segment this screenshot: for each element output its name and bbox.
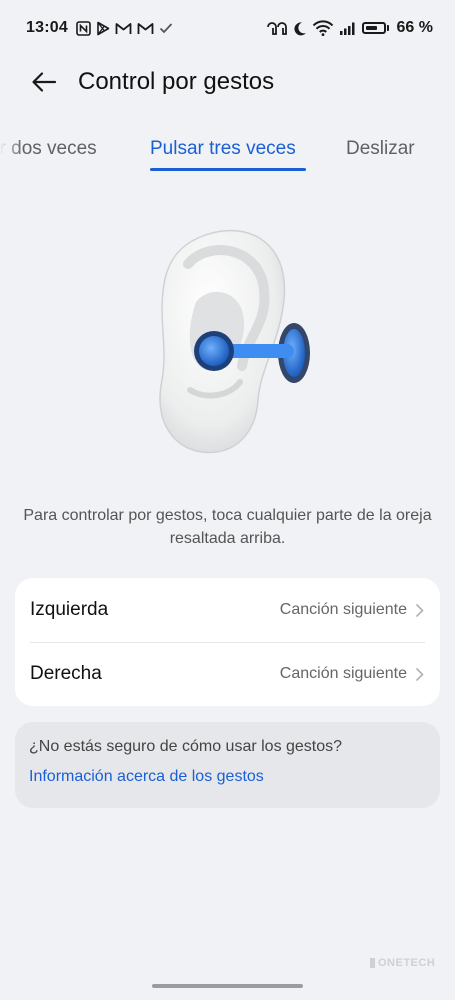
- earbuds-icon: [266, 20, 288, 36]
- right-earbud-label: Derecha: [30, 663, 102, 684]
- left-earbud-label: Izquierda: [30, 599, 109, 620]
- home-indicator[interactable]: [152, 984, 303, 988]
- gesture-info-link[interactable]: Información acerca de los gestos: [29, 768, 426, 786]
- signal-icon: [339, 21, 357, 35]
- page-title: Control por gestos: [78, 68, 275, 95]
- gesture-help-card: ¿No estás seguro de cómo usar los gestos…: [15, 722, 440, 808]
- gmail-icon: [115, 22, 132, 35]
- right-earbud-row[interactable]: Derecha Canción siguiente: [15, 642, 440, 706]
- moon-icon: [293, 21, 307, 36]
- gesture-tabs: Pulsar dos veces Pulsar tres veces Desli…: [0, 128, 455, 174]
- right-earbud-value: Canción siguiente: [279, 665, 407, 682]
- gmail-icon: [137, 22, 154, 35]
- battery-icon: [361, 22, 389, 34]
- play-store-icon: [96, 21, 110, 36]
- gesture-hint: Para controlar por gestos, toca cualquie…: [23, 507, 432, 547]
- tab-triple-tap[interactable]: Pulsar tres veces: [150, 138, 296, 160]
- ear-illustration[interactable]: [150, 220, 310, 460]
- tab-swipe[interactable]: Deslizar: [346, 138, 415, 160]
- watermark-text: ONETECH: [378, 957, 436, 969]
- left-earbud-row[interactable]: Izquierda Canción siguiente: [15, 578, 440, 642]
- chevron-right-icon: [415, 667, 424, 681]
- left-earbud-value: Canción siguiente: [279, 601, 407, 618]
- watermark-logo: ONETECH: [370, 954, 435, 972]
- status-time: 13:04: [26, 19, 68, 36]
- wifi-icon: [312, 20, 334, 36]
- app-header: Control por gestos: [0, 56, 455, 108]
- battery-fill: [365, 26, 377, 30]
- check-icon: [159, 22, 173, 34]
- nfc-icon: [76, 20, 91, 36]
- earbud-settings-card: Izquierda Canción siguiente Derecha Canc…: [15, 578, 440, 706]
- help-question: ¿No estás seguro de cómo usar los gestos…: [29, 738, 343, 755]
- status-bar: 13:04 66 %: [0, 0, 455, 56]
- arrow-left-icon: [32, 72, 57, 92]
- active-tab-indicator: [150, 168, 306, 171]
- chevron-right-icon: [415, 603, 424, 617]
- battery-percent: 66 %: [396, 19, 433, 36]
- back-button[interactable]: [30, 68, 58, 96]
